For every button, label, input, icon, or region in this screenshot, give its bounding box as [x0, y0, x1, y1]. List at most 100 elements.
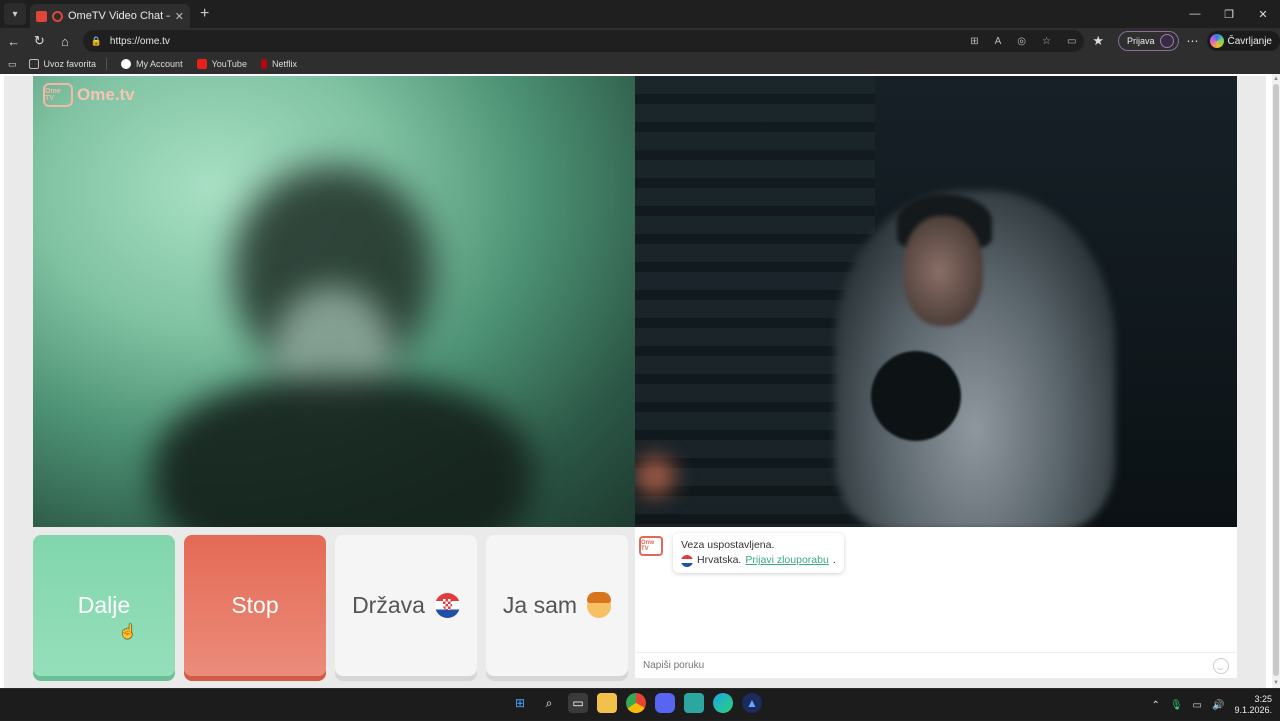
- country-button-label: Država: [352, 592, 425, 618]
- bookmark-netflix[interactable]: Netflix: [260, 59, 297, 69]
- app-icon[interactable]: [684, 693, 704, 713]
- camera-in-use-icon[interactable]: ▭: [1067, 36, 1076, 47]
- chat-panel: Ome TV Veza uspostavljena. Hrvatska. Pri…: [635, 527, 1237, 678]
- scroll-down-icon[interactable]: ▼: [1273, 680, 1279, 686]
- browser-window: ▾ OmeTV Video Chat — Omegl ✕ + — ❐ ✕ ← ↻…: [0, 0, 1280, 720]
- avatar: [1159, 34, 1174, 48]
- back-button[interactable]: ←: [2, 29, 26, 53]
- page-scrollbar[interactable]: ▲ ▼: [1272, 74, 1280, 688]
- stranger-video: Ome TV Ome.tv: [33, 76, 635, 527]
- emoji-icon[interactable]: [1213, 657, 1229, 674]
- logo-text: Ome.tv: [77, 85, 135, 104]
- translate-icon[interactable]: A: [995, 36, 1002, 47]
- netflix-icon: [260, 59, 267, 69]
- croatia-flag-icon: [681, 554, 693, 567]
- stop-button[interactable]: Stop: [184, 535, 326, 676]
- video-blur: [153, 376, 533, 527]
- tracking-prevention-icon[interactable]: ◎: [1017, 36, 1026, 47]
- recording-icon: [52, 10, 63, 22]
- restore-button[interactable]: ❐: [1212, 0, 1246, 28]
- minimize-button[interactable]: —: [1178, 0, 1212, 28]
- profile-button[interactable]: Prijava: [1118, 31, 1179, 51]
- clock[interactable]: 3:25 9.1.2026.: [1234, 694, 1272, 716]
- bookmark-youtube[interactable]: YouTube: [196, 59, 247, 69]
- new-tab-button[interactable]: +: [200, 5, 209, 23]
- copilot-button[interactable]: Čavrljanje: [1206, 31, 1280, 51]
- report-suffix: .: [832, 554, 836, 566]
- vpn-icon[interactable]: ▲: [742, 693, 762, 713]
- tab-title: OmeTV Video Chat — Omegl: [68, 10, 170, 22]
- gender-button-label: Ja sam: [502, 592, 578, 618]
- hand-cursor-icon: ☝: [119, 623, 137, 639]
- hidden-icons-chevron-icon[interactable]: ⌃: [1151, 700, 1159, 711]
- bookmark-label: My Account: [136, 59, 183, 69]
- tv-logo-icon: Ome TV: [43, 83, 73, 107]
- copilot-label: Čavrljanje: [1227, 35, 1272, 47]
- next-button-label: Dalje: [77, 592, 131, 618]
- youtube-icon: [196, 59, 207, 69]
- stop-button-label: Stop: [231, 592, 279, 618]
- message-input[interactable]: [643, 660, 1213, 671]
- chat-bubble: Veza uspostavljena. Hrvatska. Prijavi zl…: [673, 533, 844, 573]
- tab-close-icon[interactable]: ✕: [175, 10, 184, 23]
- clock-date: 9.1.2026.: [1234, 705, 1272, 715]
- tab-favicon-icon: [36, 10, 47, 22]
- favorites-icon[interactable]: ★: [1086, 29, 1110, 53]
- chat-message: Ome TV Veza uspostavljena. Hrvatska. Pri…: [639, 533, 844, 573]
- chat-input-bar: [635, 652, 1237, 678]
- copilot-icon: [1209, 34, 1224, 48]
- refresh-button[interactable]: ↻: [28, 29, 52, 53]
- favorite-star-icon[interactable]: ☆: [1042, 36, 1051, 47]
- site-info-icon[interactable]: 🔒: [91, 36, 102, 47]
- croatia-flag-icon: [434, 593, 460, 618]
- google-icon: [121, 59, 132, 69]
- report-abuse-link[interactable]: Prijavi zlouporabu: [745, 553, 828, 568]
- video-microphone: [871, 351, 961, 441]
- self-video: [635, 76, 1237, 527]
- video-light: [635, 456, 675, 496]
- close-window-button[interactable]: ✕: [1246, 0, 1280, 28]
- address-bar[interactable]: 🔒 https://ome.tv ⊞ A ◎ ☆ ▭: [82, 30, 1085, 52]
- bookmark-import[interactable]: Uvoz favorita: [28, 59, 97, 69]
- url-text: https://ome.tv: [109, 35, 170, 47]
- sidebar-toggle-icon[interactable]: ▭: [8, 59, 17, 70]
- bookmark-label: Netflix: [271, 59, 297, 69]
- system-message: Veza uspostavljena.: [681, 539, 775, 551]
- taskbar-apps: ⊞ ⌕ ▭ ▲: [510, 693, 762, 713]
- task-view-icon[interactable]: ▭: [568, 693, 588, 713]
- country-line: Hrvatska. Prijavi zlouporabu.: [681, 553, 836, 568]
- ometv-avatar-icon: Ome TV: [639, 536, 663, 556]
- start-icon[interactable]: ⊞: [510, 693, 530, 713]
- bookmark-label: YouTube: [211, 59, 247, 69]
- chrome-icon[interactable]: [626, 693, 646, 713]
- video-person-face: [903, 216, 983, 326]
- edge-icon[interactable]: [713, 693, 733, 713]
- home-button[interactable]: ⌂: [53, 29, 77, 53]
- profile-label: Prijava: [1127, 36, 1155, 46]
- next-button[interactable]: Dalje ☝: [33, 535, 175, 676]
- controls-panel: Dalje ☝ Stop Država Ja sam: [33, 535, 635, 678]
- volume-icon[interactable]: 🔊: [1212, 700, 1224, 711]
- page-viewport: Ome TV Ome.tv Dalje ☝ Stop Država Ja sam…: [0, 74, 1280, 688]
- country-button[interactable]: Država: [335, 535, 477, 676]
- ometv-page: Ome TV Ome.tv Dalje ☝ Stop Država Ja sam…: [4, 76, 1266, 688]
- bookmark-label: Uvoz favorita: [43, 59, 97, 69]
- microphone-icon[interactable]: 🎙: [1170, 700, 1183, 711]
- bookmarks-bar: ▭ Uvoz favorita My Account YouTube Netfl…: [0, 54, 1280, 74]
- tab-ometv[interactable]: OmeTV Video Chat — Omegl ✕: [30, 4, 190, 28]
- search-icon[interactable]: ⌕: [539, 693, 559, 713]
- more-menu-icon[interactable]: ⋯: [1187, 34, 1199, 48]
- scrollbar-thumb[interactable]: [1273, 84, 1279, 676]
- network-icon[interactable]: ▭: [1193, 700, 1202, 711]
- tab-actions-menu-button[interactable]: ▾: [4, 3, 26, 25]
- file-explorer-icon[interactable]: [597, 693, 617, 713]
- import-icon: [28, 59, 39, 69]
- window-controls: — ❐ ✕: [1178, 0, 1280, 28]
- country-text: Hrvatska.: [697, 554, 742, 566]
- bookmark-my-account[interactable]: My Account: [121, 59, 183, 69]
- discord-icon[interactable]: [655, 693, 675, 713]
- gender-button[interactable]: Ja sam: [486, 535, 628, 676]
- ometv-logo[interactable]: Ome TV Ome.tv: [43, 83, 135, 107]
- scroll-up-icon[interactable]: ▲: [1273, 76, 1279, 82]
- app-available-icon[interactable]: ⊞: [970, 36, 978, 47]
